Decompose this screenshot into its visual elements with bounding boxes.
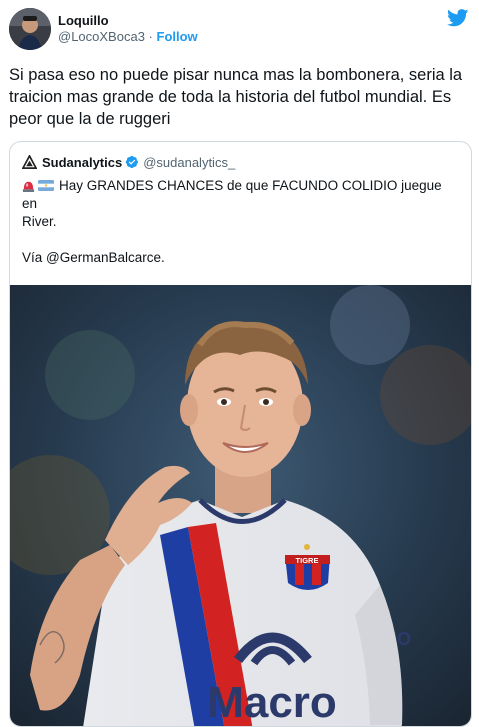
embedded-tweet-card: Loquillo @LocoXBoca3 · Follow Si pasa es… [0, 0, 479, 727]
quoted-text-line1: Hay GRANDES CHANCES de que FACUNDO COLID… [22, 178, 442, 211]
author-handle-row: @LocoXBoca3 · Follow [58, 29, 198, 45]
jersey-sponsor-text: Macro [207, 678, 337, 727]
quoted-author-name[interactable]: Sudanalytics [42, 155, 122, 170]
quoted-text-line2: River. [22, 214, 57, 229]
tweet-header: Loquillo @LocoXBoca3 · Follow [9, 8, 470, 50]
quoted-author-handle[interactable]: @sudanalytics_ [143, 155, 235, 170]
avatar-image-icon [9, 8, 51, 50]
quoted-tweet[interactable]: Sudanalytics @sudanalytics_ Hay GRANDES … [9, 141, 472, 727]
twitter-bird-icon[interactable] [447, 9, 469, 27]
quoted-tweet-body: Sudanalytics @sudanalytics_ Hay GRANDES … [10, 142, 471, 275]
author-handle[interactable]: @LocoXBoca3 [58, 29, 145, 44]
quoted-text-via[interactable]: Vía @GermanBalcarce. [22, 249, 460, 267]
author-block: Loquillo @LocoXBoca3 · Follow [58, 13, 198, 46]
quoted-tweet-header: Sudanalytics @sudanalytics_ [22, 153, 460, 171]
quoted-tweet-text: Hay GRANDES CHANCES de que FACUNDO COLID… [22, 177, 460, 267]
follow-button[interactable]: Follow [157, 29, 198, 44]
author-name[interactable]: Loquillo [58, 13, 198, 29]
verified-badge-icon [125, 155, 139, 169]
sudanalytics-logo-icon[interactable] [22, 154, 37, 170]
avatar[interactable] [9, 8, 51, 50]
tweet-text: Si pasa eso no puede pisar nunca mas la … [9, 66, 463, 128]
separator-dot: · [148, 29, 153, 44]
siren-emoji-icon [22, 181, 35, 192]
argentina-flag-icon [38, 180, 54, 191]
quoted-tweet-photo[interactable]: TIGRE Macro YO [10, 285, 472, 727]
jersey-badge-text: TIGRE [296, 556, 319, 565]
